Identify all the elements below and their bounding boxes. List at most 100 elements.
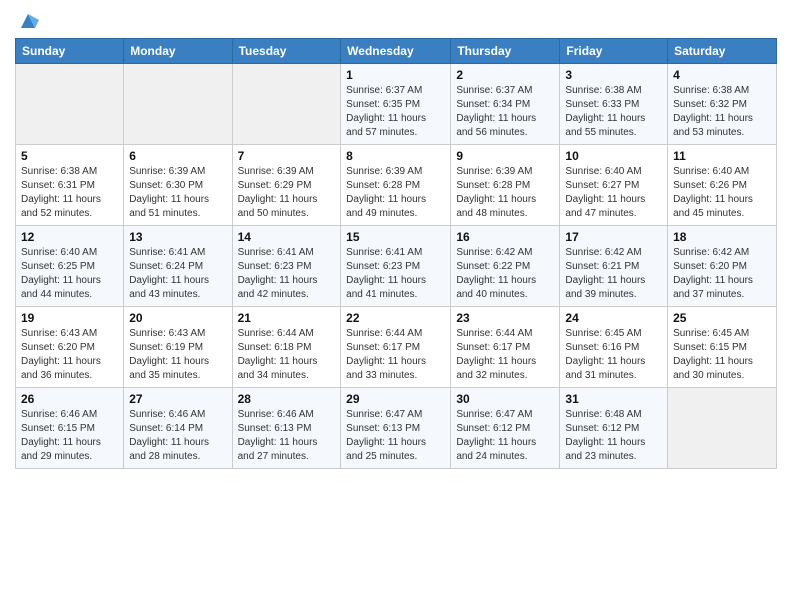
calendar-cell: 19 Sunrise: 6:43 AMSunset: 6:20 PMDayligh…	[16, 307, 124, 388]
calendar-cell: 12 Sunrise: 6:40 AMSunset: 6:25 PMDayligh…	[16, 226, 124, 307]
day-number: 16	[456, 230, 554, 244]
calendar-cell: 10 Sunrise: 6:40 AMSunset: 6:27 PMDayligh…	[560, 145, 668, 226]
calendar-day-header: Friday	[560, 39, 668, 64]
day-number: 23	[456, 311, 554, 325]
calendar-cell: 20 Sunrise: 6:43 AMSunset: 6:19 PMDayligh…	[124, 307, 232, 388]
day-info: Sunrise: 6:40 AMSunset: 6:27 PMDaylight:…	[565, 165, 662, 221]
day-number: 5	[21, 149, 118, 163]
day-number: 7	[238, 149, 336, 163]
calendar-header-row: SundayMondayTuesdayWednesdayThursdayFrid…	[16, 39, 777, 64]
day-info: Sunrise: 6:47 AMSunset: 6:12 PMDaylight:…	[456, 408, 554, 464]
calendar-cell: 30Sunrise: 6:47 AMSunset: 6:12 PMDayligh…	[451, 388, 560, 469]
day-info: Sunrise: 6:44 AMSunset: 6:18 PMDaylight:…	[238, 327, 336, 383]
day-number: 25	[673, 311, 771, 325]
calendar-week-row: 5 Sunrise: 6:38 AMSunset: 6:31 PMDaylight…	[16, 145, 777, 226]
day-info: Sunrise: 6:40 AMSunset: 6:25 PMDaylight:…	[21, 246, 118, 302]
calendar-cell: 28Sunrise: 6:46 AMSunset: 6:13 PMDayligh…	[232, 388, 341, 469]
calendar-cell: 18 Sunrise: 6:42 AMSunset: 6:20 PMDayligh…	[668, 226, 777, 307]
calendar-day-header: Monday	[124, 39, 232, 64]
calendar-cell: 5 Sunrise: 6:38 AMSunset: 6:31 PMDaylight…	[16, 145, 124, 226]
day-info: Sunrise: 6:41 AMSunset: 6:24 PMDaylight:…	[129, 246, 226, 302]
calendar-cell: 11 Sunrise: 6:40 AMSunset: 6:26 PMDayligh…	[668, 145, 777, 226]
calendar-cell: 27 Sunrise: 6:46 AMSunset: 6:14 PMDayligh…	[124, 388, 232, 469]
day-info: Sunrise: 6:48 AMSunset: 6:12 PMDaylight:…	[565, 408, 662, 464]
logo	[15, 10, 39, 30]
day-info: Sunrise: 6:42 AMSunset: 6:21 PMDaylight:…	[565, 246, 662, 302]
calendar-cell: 26 Sunrise: 6:46 AMSunset: 6:15 PMDayligh…	[16, 388, 124, 469]
day-info: Sunrise: 6:38 AMSunset: 6:33 PMDaylight:…	[565, 84, 662, 140]
day-info: Sunrise: 6:41 AMSunset: 6:23 PMDaylight:…	[238, 246, 336, 302]
calendar-cell: 22 Sunrise: 6:44 AMSunset: 6:17 PMDayligh…	[341, 307, 451, 388]
calendar-cell: 9 Sunrise: 6:39 AMSunset: 6:28 PMDaylight…	[451, 145, 560, 226]
calendar-cell: 7 Sunrise: 6:39 AMSunset: 6:29 PMDaylight…	[232, 145, 341, 226]
day-info: Sunrise: 6:38 AMSunset: 6:31 PMDaylight:…	[21, 165, 118, 221]
calendar-cell	[232, 64, 341, 145]
calendar-cell: 3Sunrise: 6:38 AMSunset: 6:33 PMDaylight…	[560, 64, 668, 145]
calendar-cell: 17 Sunrise: 6:42 AMSunset: 6:21 PMDayligh…	[560, 226, 668, 307]
calendar-cell: 15Sunrise: 6:41 AMSunset: 6:23 PMDayligh…	[341, 226, 451, 307]
calendar-week-row: 12 Sunrise: 6:40 AMSunset: 6:25 PMDayligh…	[16, 226, 777, 307]
calendar-cell	[124, 64, 232, 145]
day-number: 12	[21, 230, 118, 244]
day-info: Sunrise: 6:45 AMSunset: 6:15 PMDaylight:…	[673, 327, 771, 383]
day-number: 26	[21, 392, 118, 406]
day-number: 1	[346, 68, 445, 82]
day-number: 17	[565, 230, 662, 244]
day-info: Sunrise: 6:44 AMSunset: 6:17 PMDaylight:…	[346, 327, 445, 383]
day-number: 10	[565, 149, 662, 163]
calendar-cell: 24 Sunrise: 6:45 AMSunset: 6:16 PMDayligh…	[560, 307, 668, 388]
day-number: 18	[673, 230, 771, 244]
calendar-cell: 8Sunrise: 6:39 AMSunset: 6:28 PMDaylight…	[341, 145, 451, 226]
calendar-cell: 14 Sunrise: 6:41 AMSunset: 6:23 PMDayligh…	[232, 226, 341, 307]
day-number: 21	[238, 311, 336, 325]
calendar-cell: 31Sunrise: 6:48 AMSunset: 6:12 PMDayligh…	[560, 388, 668, 469]
day-number: 4	[673, 68, 771, 82]
day-info: Sunrise: 6:43 AMSunset: 6:20 PMDaylight:…	[21, 327, 118, 383]
calendar-cell: 29 Sunrise: 6:47 AMSunset: 6:13 PMDayligh…	[341, 388, 451, 469]
day-number: 29	[346, 392, 445, 406]
calendar-week-row: 1 Sunrise: 6:37 AMSunset: 6:35 PMDaylight…	[16, 64, 777, 145]
day-number: 24	[565, 311, 662, 325]
calendar-cell	[668, 388, 777, 469]
calendar-cell: 16 Sunrise: 6:42 AMSunset: 6:22 PMDayligh…	[451, 226, 560, 307]
calendar-cell	[16, 64, 124, 145]
day-info: Sunrise: 6:39 AMSunset: 6:28 PMDaylight:…	[456, 165, 554, 221]
day-info: Sunrise: 6:42 AMSunset: 6:20 PMDaylight:…	[673, 246, 771, 302]
day-number: 2	[456, 68, 554, 82]
calendar-cell: 13 Sunrise: 6:41 AMSunset: 6:24 PMDayligh…	[124, 226, 232, 307]
day-number: 20	[129, 311, 226, 325]
day-number: 9	[456, 149, 554, 163]
day-info: Sunrise: 6:45 AMSunset: 6:16 PMDaylight:…	[565, 327, 662, 383]
day-info: Sunrise: 6:46 AMSunset: 6:15 PMDaylight:…	[21, 408, 118, 464]
day-number: 15	[346, 230, 445, 244]
day-info: Sunrise: 6:38 AMSunset: 6:32 PMDaylight:…	[673, 84, 771, 140]
calendar-cell: 21 Sunrise: 6:44 AMSunset: 6:18 PMDayligh…	[232, 307, 341, 388]
day-info: Sunrise: 6:43 AMSunset: 6:19 PMDaylight:…	[129, 327, 226, 383]
day-info: Sunrise: 6:47 AMSunset: 6:13 PMDaylight:…	[346, 408, 445, 464]
day-info: Sunrise: 6:37 AMSunset: 6:35 PMDaylight:…	[346, 84, 445, 140]
day-number: 13	[129, 230, 226, 244]
calendar-cell: 23 Sunrise: 6:44 AMSunset: 6:17 PMDayligh…	[451, 307, 560, 388]
logo-icon	[17, 10, 39, 32]
day-info: Sunrise: 6:40 AMSunset: 6:26 PMDaylight:…	[673, 165, 771, 221]
calendar-day-header: Thursday	[451, 39, 560, 64]
day-number: 14	[238, 230, 336, 244]
calendar-cell: 2 Sunrise: 6:37 AMSunset: 6:34 PMDaylight…	[451, 64, 560, 145]
day-number: 8	[346, 149, 445, 163]
day-info: Sunrise: 6:46 AMSunset: 6:14 PMDaylight:…	[129, 408, 226, 464]
day-info: Sunrise: 6:46 AMSunset: 6:13 PMDaylight:…	[238, 408, 336, 464]
calendar-week-row: 26 Sunrise: 6:46 AMSunset: 6:15 PMDayligh…	[16, 388, 777, 469]
day-info: Sunrise: 6:37 AMSunset: 6:34 PMDaylight:…	[456, 84, 554, 140]
calendar-cell: 25 Sunrise: 6:45 AMSunset: 6:15 PMDayligh…	[668, 307, 777, 388]
day-number: 27	[129, 392, 226, 406]
day-info: Sunrise: 6:44 AMSunset: 6:17 PMDaylight:…	[456, 327, 554, 383]
day-number: 19	[21, 311, 118, 325]
day-number: 6	[129, 149, 226, 163]
day-number: 22	[346, 311, 445, 325]
calendar-day-header: Sunday	[16, 39, 124, 64]
day-number: 11	[673, 149, 771, 163]
day-info: Sunrise: 6:39 AMSunset: 6:29 PMDaylight:…	[238, 165, 336, 221]
day-info: Sunrise: 6:42 AMSunset: 6:22 PMDaylight:…	[456, 246, 554, 302]
calendar-table: SundayMondayTuesdayWednesdayThursdayFrid…	[15, 38, 777, 469]
calendar-cell: 4 Sunrise: 6:38 AMSunset: 6:32 PMDaylight…	[668, 64, 777, 145]
